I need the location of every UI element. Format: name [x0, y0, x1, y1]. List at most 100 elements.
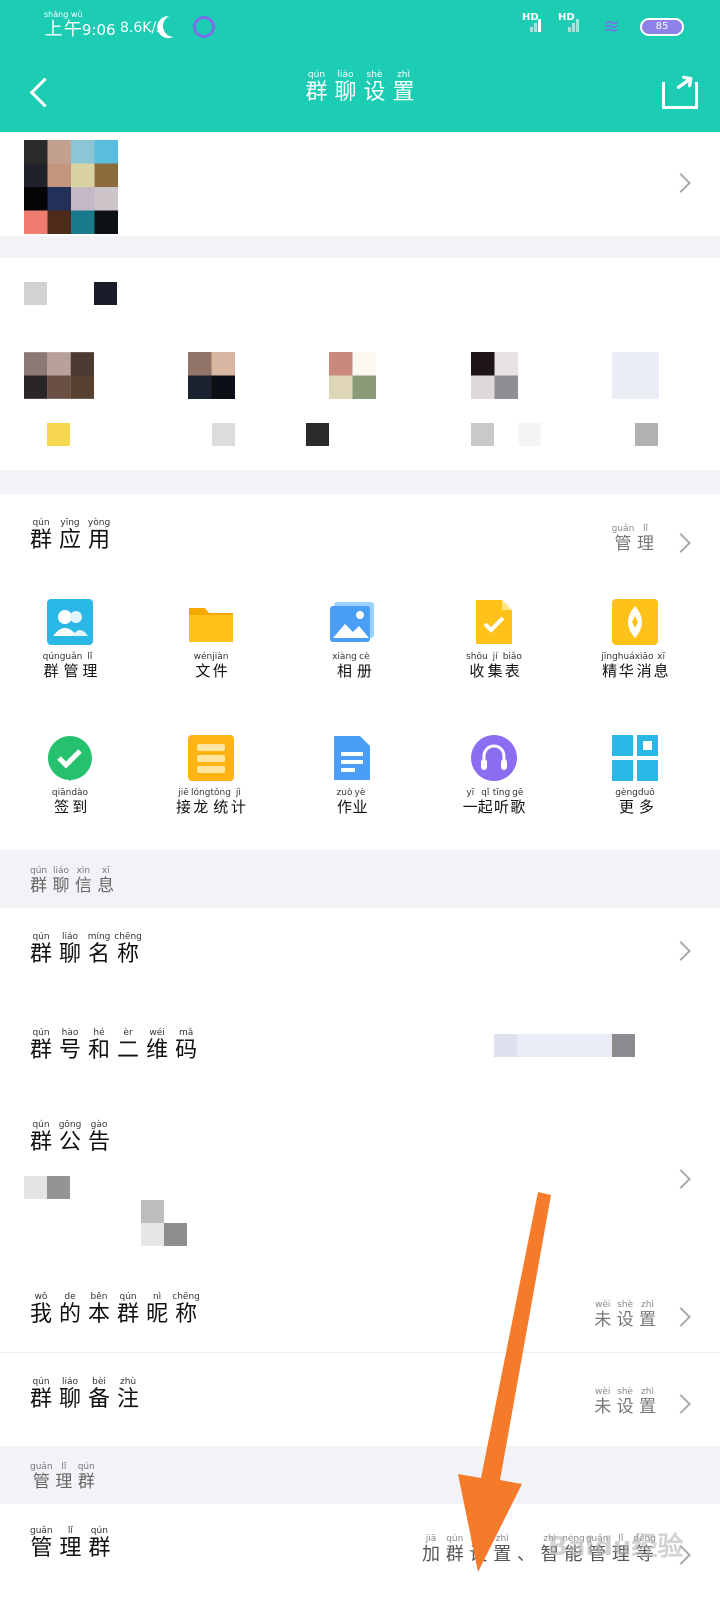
- char: 聊liáo: [59, 1377, 82, 1412]
- char: 名míng: [87, 932, 111, 967]
- char: 置zhì: [639, 1300, 656, 1330]
- manage-apps-link[interactable]: 管guǎn 理lǐ: [612, 524, 654, 554]
- member-name-pixel: [518, 423, 541, 446]
- checkin-icon: [46, 734, 94, 782]
- char: 群qún: [30, 866, 48, 896]
- app-label: 群qún管guǎn理lǐ: [42, 652, 98, 680]
- char: 设shè: [363, 70, 386, 105]
- char: 称chēng: [114, 932, 142, 967]
- char: 用yòng: [87, 518, 111, 553]
- status-time: 上午shàng wǔ9:06: [44, 10, 116, 40]
- announcement-pixel: [164, 1223, 187, 1246]
- app-label: 文wén件jiàn: [193, 652, 229, 680]
- member-avatar[interactable]: [612, 352, 659, 399]
- group-name-row[interactable]: 群qún 聊liáo 名míng 称chēng: [0, 908, 720, 1000]
- app-music[interactable]: 一yī起qǐ听tīng歌gē: [434, 734, 554, 817]
- app-label: 一yī起qǐ听tīng歌gē: [462, 788, 526, 816]
- members-card[interactable]: [0, 258, 720, 470]
- group-number-qr-row[interactable]: 群qún 号hào 和hé 二èr 维wéi 码mǎ: [0, 1000, 720, 1092]
- announcement-pixel: [141, 1200, 164, 1223]
- char: 应yīng: [59, 518, 82, 553]
- app-essence[interactable]: 精jīng华huá消xiāo息xī: [575, 598, 695, 681]
- char: 群qún: [30, 1120, 53, 1155]
- char: 聊liáo: [52, 866, 70, 896]
- status-bar: 上午shàng wǔ9:06 8.6K/s HD HD ≋ 85: [0, 0, 720, 58]
- group-number-pixel: [494, 1034, 517, 1057]
- album-icon: [328, 598, 376, 646]
- chevron-right-icon[interactable]: [671, 1394, 691, 1414]
- member-avatar[interactable]: [188, 352, 235, 399]
- network-speed: 8.6K/s: [120, 20, 164, 36]
- group-remark-label: 群qún 聊liáo 备bèi 注zhù: [30, 1377, 139, 1413]
- alarm-icon: [193, 16, 215, 38]
- chevron-right-icon[interactable]: [671, 1169, 691, 1189]
- chevron-right-icon[interactable]: [671, 1307, 691, 1327]
- manage-group-section-label: 管guǎn 理lǐ 群qún: [30, 1462, 95, 1492]
- signal-icon-2: [568, 16, 582, 32]
- group-name-label: 群qún 聊liáo 名míng 称chēng: [30, 932, 142, 968]
- char: 称chēng: [172, 1292, 200, 1327]
- char: 本běn: [88, 1292, 111, 1327]
- member-avatar[interactable]: [471, 352, 518, 399]
- group-info-section-label: 群qún 聊liáo 信xìn 息xī: [30, 866, 114, 896]
- char: 公gōng: [58, 1120, 82, 1155]
- char: 理lǐ: [636, 524, 654, 554]
- announcement-label: 群qún 公gōng 告gào: [30, 1120, 110, 1156]
- announcement-row[interactable]: 群qún 公gōng 告gào: [0, 1092, 720, 1266]
- chevron-right-icon[interactable]: [671, 173, 691, 193]
- signal-icon: [530, 16, 544, 32]
- char: 信xìn: [74, 866, 92, 896]
- essence-icon: [611, 598, 659, 646]
- char: 群qún: [117, 1292, 140, 1327]
- app-label: 签qiān到dào: [51, 788, 89, 816]
- chevron-right-icon[interactable]: [671, 941, 691, 961]
- char: 置zhì: [639, 1387, 656, 1417]
- app-form[interactable]: 收shōu集jí表biǎo: [434, 598, 554, 681]
- my-nickname-label: 我wǒ 的de 本běn 群qún 昵nì 称chēng: [30, 1292, 200, 1328]
- char: 群qún: [30, 932, 53, 967]
- char: 备bèi: [88, 1377, 111, 1412]
- app-label: 收shōu集jí表biǎo: [466, 652, 522, 680]
- app-homework[interactable]: 作zuò业yè: [292, 734, 412, 817]
- app-label: 作zuò业yè: [336, 788, 368, 816]
- app-checkin[interactable]: 签qiān到dào: [10, 734, 130, 817]
- app-label: 更gèng多duō: [615, 788, 655, 816]
- member-avatar[interactable]: [24, 352, 94, 399]
- char: 二èr: [117, 1028, 140, 1063]
- solitaire-icon: [187, 734, 235, 782]
- wifi-icon: ≋: [603, 14, 620, 38]
- app-folder[interactable]: 文wén件jiàn: [151, 598, 271, 681]
- group-number-pixel: [517, 1034, 612, 1057]
- char: 群qún: [30, 1028, 53, 1063]
- app-solitaire[interactable]: 接jiē龙lóng统tǒng计jì: [151, 734, 271, 817]
- char: 号hào: [59, 1028, 82, 1063]
- app-label: 精jīng华huá消xiāo息xī: [601, 652, 669, 680]
- char: 群qún: [88, 1526, 111, 1561]
- group-remark-row[interactable]: 群qún 聊liáo 备bèi 注zhù 未wèi 设shè 置zhì: [0, 1353, 720, 1445]
- char: 设shè: [616, 1387, 634, 1417]
- group-profile-card[interactable]: [0, 132, 720, 236]
- char: 码mǎ: [175, 1028, 198, 1063]
- share-icon[interactable]: [660, 74, 700, 110]
- group-manage-icon: [46, 598, 94, 646]
- char: 维wéi: [146, 1028, 169, 1063]
- char: 群qún: [445, 1534, 464, 1565]
- char: 管guǎn: [30, 1462, 53, 1492]
- group-apps-title: 群qún 应yīng 用yòng: [30, 518, 110, 554]
- my-nickname-row[interactable]: 我wǒ 的de 本běn 群qún 昵nì 称chēng 未wèi 设shè 置…: [0, 1266, 720, 1352]
- app-more-grid[interactable]: 更gèng多duō: [575, 734, 695, 817]
- my-nickname-value: 未wèi 设shè 置zhì: [594, 1300, 656, 1330]
- char: 群qún: [305, 70, 328, 105]
- char: 理lǐ: [55, 1462, 73, 1492]
- app-group-manage[interactable]: 群qún管guǎn理lǐ: [10, 598, 130, 681]
- app-label: 相xiàng册cè: [332, 652, 372, 680]
- member-name-pixel: [212, 423, 235, 446]
- chevron-right-icon[interactable]: [671, 533, 691, 553]
- member-name-pixel: [635, 423, 658, 446]
- char: 设shè: [469, 1534, 488, 1565]
- app-album[interactable]: 相xiàng册cè: [292, 598, 412, 681]
- folder-icon: [187, 598, 235, 646]
- member-avatar[interactable]: [329, 352, 376, 399]
- char: 未wèi: [594, 1300, 612, 1330]
- qr-code-pixel: [612, 1034, 635, 1057]
